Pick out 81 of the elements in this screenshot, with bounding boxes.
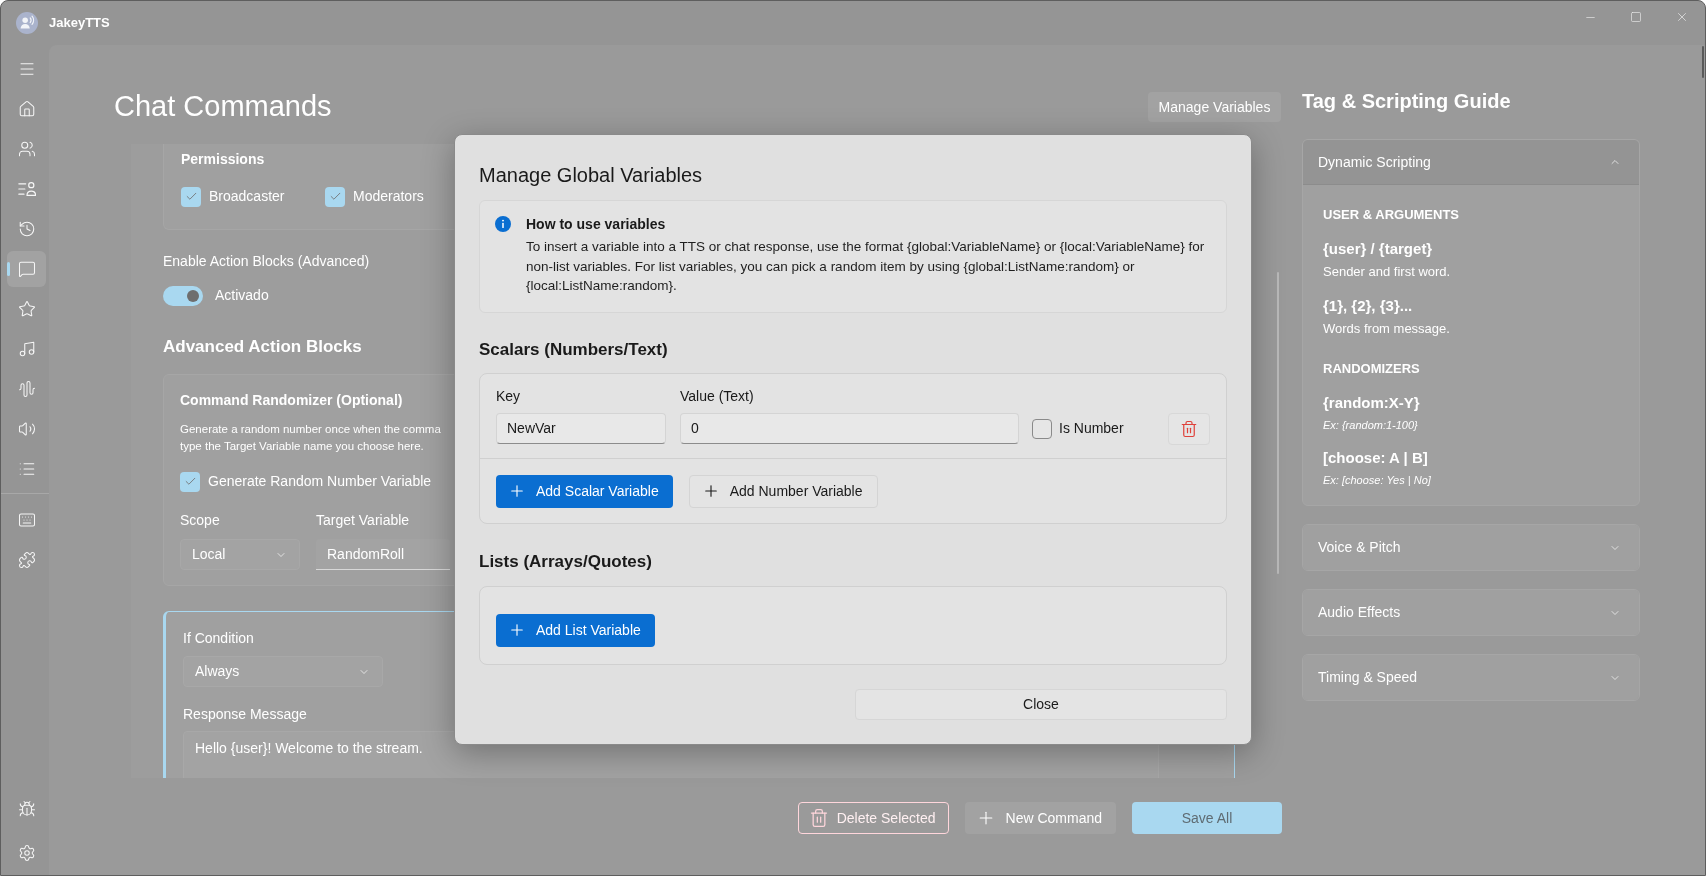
check-icon bbox=[328, 190, 342, 203]
checkbox[interactable] bbox=[1032, 418, 1052, 439]
add-button[interactable]: Add Scalar Variable bbox=[496, 474, 673, 508]
tag-name: {user} / {target} bbox=[1323, 239, 1433, 259]
check-icon bbox=[184, 190, 198, 203]
window-title: JakeyTTS bbox=[49, 14, 110, 33]
checkbox[interactable] bbox=[181, 186, 201, 207]
keyboard-icon bbox=[17, 511, 36, 529]
scrollbar[interactable] bbox=[1702, 46, 1704, 78]
value-input[interactable]: 0 bbox=[680, 413, 1019, 444]
nav-item[interactable] bbox=[7, 251, 46, 287]
field-label: Scope bbox=[180, 511, 220, 530]
music-note-icon bbox=[17, 340, 36, 358]
save-button[interactable]: Save All bbox=[1132, 802, 1282, 834]
toggle-switch[interactable] bbox=[163, 285, 203, 306]
settings-icon bbox=[17, 844, 36, 862]
checkbox-label: Generate Random Number Variable bbox=[208, 472, 432, 491]
puzzle-piece-icon bbox=[17, 551, 36, 569]
home-icon bbox=[17, 100, 36, 118]
section-heading: RANDOMIZERS bbox=[1323, 360, 1420, 378]
tag-description: Sender and first word. bbox=[1323, 263, 1451, 281]
tag-name: {random:X-Y} bbox=[1323, 393, 1420, 413]
section-heading: Advanced Action Blocks bbox=[163, 336, 362, 358]
guide-title: Tag & Scripting Guide bbox=[1302, 89, 1511, 114]
page-title: Chat Commands bbox=[114, 89, 332, 125]
trash-icon bbox=[1180, 419, 1198, 438]
checkbox[interactable] bbox=[325, 186, 345, 207]
app-logo-icon bbox=[16, 12, 38, 34]
field-label: Response Message bbox=[183, 705, 307, 724]
tag-example: Ex: [choose: Yes | No] bbox=[1323, 473, 1431, 488]
history-icon bbox=[17, 220, 36, 238]
plus-icon bbox=[508, 482, 526, 500]
delete-button[interactable]: Delete Selected bbox=[797, 802, 949, 834]
key-input[interactable]: NewVar bbox=[496, 413, 666, 444]
column-label: Key bbox=[496, 386, 521, 405]
manage-variables-button[interactable]: Manage Variables bbox=[1148, 92, 1281, 122]
star-icon bbox=[17, 300, 36, 318]
plus-icon bbox=[508, 621, 526, 639]
delete-button[interactable] bbox=[1168, 412, 1210, 445]
info-icon bbox=[495, 216, 511, 232]
section-heading: USER & ARGUMENTS bbox=[1323, 206, 1460, 224]
accordion-header[interactable]: Dynamic Scripting bbox=[1303, 140, 1639, 185]
maximize-icon[interactable] bbox=[1630, 11, 1642, 23]
waveform-icon bbox=[17, 380, 36, 398]
bug-icon bbox=[17, 800, 36, 818]
card-description: Generate a random number once when the comma type the Target Variable name you choose here. bbox=[180, 422, 441, 454]
list-icon bbox=[17, 460, 36, 478]
speaker-icon bbox=[17, 420, 36, 438]
add-button[interactable]: Add List Variable bbox=[496, 613, 655, 647]
section-title: Permissions bbox=[181, 150, 265, 168]
section-heading: Lists (Arrays/Quotes) bbox=[479, 550, 652, 573]
menu-icon[interactable] bbox=[17, 60, 36, 78]
info-text: To insert a variable into a TTS or chat response, use the format {global:VariableName} or {local:VariableName} for non-list variables. For list variables, you can pick a random item by using {global:ListName:random} or {local:ListName:random}. bbox=[526, 238, 1206, 295]
close-icon[interactable] bbox=[1675, 10, 1689, 24]
card-title: Command Randomizer (Optional) bbox=[180, 391, 403, 410]
new-command-button[interactable]: New Command bbox=[964, 802, 1116, 834]
people-icon bbox=[17, 140, 36, 158]
checkbox-label: Moderators bbox=[353, 187, 424, 206]
tag-example: Ex: {random:1-100} bbox=[1323, 418, 1418, 433]
toggle-label: Enable Action Blocks (Advanced) bbox=[163, 252, 370, 271]
trash-icon bbox=[808, 808, 829, 828]
field-label: Target Variable bbox=[316, 511, 410, 530]
user-list-icon bbox=[17, 180, 36, 198]
checkbox-label: Is Number bbox=[1059, 419, 1124, 438]
toggle-state-text: Activado bbox=[215, 286, 269, 305]
tag-name: {1}, {2}, {3}... bbox=[1323, 296, 1413, 316]
close-button[interactable]: Close bbox=[855, 688, 1227, 720]
checkbox[interactable] bbox=[180, 471, 200, 492]
checkbox-label: Broadcaster bbox=[209, 187, 285, 206]
tag-description: Words from message. bbox=[1323, 320, 1450, 338]
add-button[interactable]: Add Number Variable bbox=[688, 474, 878, 508]
section-heading: Scalars (Numbers/Text) bbox=[479, 338, 668, 361]
tag-name: [choose: A | B] bbox=[1323, 448, 1428, 468]
dropdown[interactable]: Local bbox=[180, 539, 300, 570]
field-label: If Condition bbox=[183, 629, 254, 648]
column-label: Value (Text) bbox=[680, 386, 754, 405]
chat-bubble-icon bbox=[17, 260, 36, 278]
dropdown[interactable]: Always bbox=[183, 656, 383, 687]
info-title: How to use variables bbox=[526, 215, 666, 234]
check-icon bbox=[183, 475, 197, 488]
dialog-title: Manage Global Variables bbox=[479, 163, 703, 188]
